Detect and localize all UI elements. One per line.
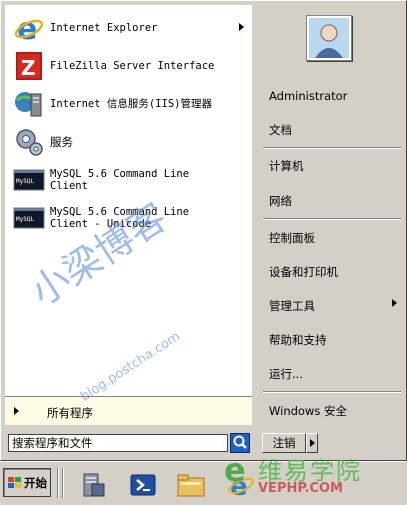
- all-programs-label: 所有程序: [47, 406, 93, 420]
- server-manager-icon[interactable]: [78, 470, 108, 500]
- search-icon: [233, 435, 247, 449]
- program-iis-manager[interactable]: Internet 信息服务(IIS)管理器: [5, 85, 252, 123]
- program-mysql-client-unicode[interactable]: MySQL MySQL 5.6 Command Line Client - Un…: [5, 199, 252, 237]
- expand-arrow-icon: [14, 407, 19, 415]
- taskbar-divider: [57, 468, 59, 498]
- powershell-icon[interactable]: [128, 470, 158, 500]
- programs-pane: e Internet Explorer Z FileZilla Server I…: [5, 5, 252, 425]
- internet-explorer-icon[interactable]: e: [226, 470, 256, 500]
- menu-devices-printers[interactable]: 设备和打印机: [269, 264, 338, 280]
- explorer-folder-icon[interactable]: [176, 470, 206, 500]
- menu-run[interactable]: 运行...: [269, 366, 303, 382]
- filezilla-icon: Z: [16, 52, 42, 80]
- menu-network[interactable]: 网络: [269, 193, 292, 209]
- program-mysql-client[interactable]: MySQL MySQL 5.6 Command Line Client: [5, 161, 252, 199]
- taskbar-divider: [62, 468, 64, 498]
- arrow-right-icon: [310, 439, 315, 447]
- divider: [263, 147, 401, 149]
- start-label: 开始: [24, 475, 47, 490]
- menu-computer[interactable]: 计算机: [269, 158, 304, 174]
- menu-control-panel[interactable]: 控制面板: [269, 230, 315, 246]
- user-avatar[interactable]: [306, 15, 352, 61]
- shutdown-options-button[interactable]: [306, 433, 318, 453]
- menu-documents[interactable]: 文档: [269, 122, 292, 138]
- program-label: MySQL 5.6 Command Line Client - Unicode: [50, 206, 190, 230]
- submenu-arrow-icon: [392, 299, 397, 307]
- program-label: FileZilla Server Interface: [50, 60, 215, 72]
- taskbar: 开始 e: [0, 461, 407, 505]
- program-label: Internet 信息服务(IIS)管理器: [50, 98, 213, 110]
- program-label: MySQL 5.6 Command Line Client: [50, 168, 190, 192]
- internet-explorer-icon: e: [14, 12, 44, 44]
- search-button[interactable]: [230, 433, 250, 453]
- svg-text:MySQL: MySQL: [16, 178, 34, 185]
- program-filezilla-server[interactable]: Z FileZilla Server Interface: [5, 47, 252, 85]
- logoff-button[interactable]: 注销: [262, 433, 306, 453]
- services-gear-icon: [16, 129, 43, 156]
- all-programs-button[interactable]: 所有程序: [5, 396, 252, 425]
- divider: [263, 391, 401, 393]
- menu-admin-tools[interactable]: 管理工具: [269, 298, 315, 314]
- windows-flag-icon: [8, 476, 21, 488]
- start-menu: e Internet Explorer Z FileZilla Server I…: [0, 0, 407, 461]
- submenu-arrow-icon: [239, 23, 244, 31]
- search-input[interactable]: 搜索程序和文件: [8, 434, 228, 452]
- svg-text:MySQL: MySQL: [16, 216, 34, 223]
- mysql-console-icon: MySQL: [13, 207, 45, 229]
- menu-windows-security[interactable]: Windows 安全: [269, 403, 347, 419]
- iis-manager-icon: [15, 92, 42, 117]
- program-label: 服务: [50, 135, 73, 149]
- svg-text:Z: Z: [21, 56, 36, 80]
- program-services[interactable]: 服务: [5, 123, 252, 161]
- user-icon: [309, 18, 349, 58]
- start-button[interactable]: 开始: [3, 468, 51, 497]
- program-label: Internet Explorer: [50, 22, 158, 34]
- user-name[interactable]: Administrator: [269, 89, 347, 103]
- mysql-console-icon: MySQL: [13, 169, 45, 191]
- divider: [263, 218, 401, 220]
- program-internet-explorer[interactable]: e Internet Explorer: [5, 9, 252, 47]
- menu-help-support[interactable]: 帮助和支持: [269, 332, 327, 348]
